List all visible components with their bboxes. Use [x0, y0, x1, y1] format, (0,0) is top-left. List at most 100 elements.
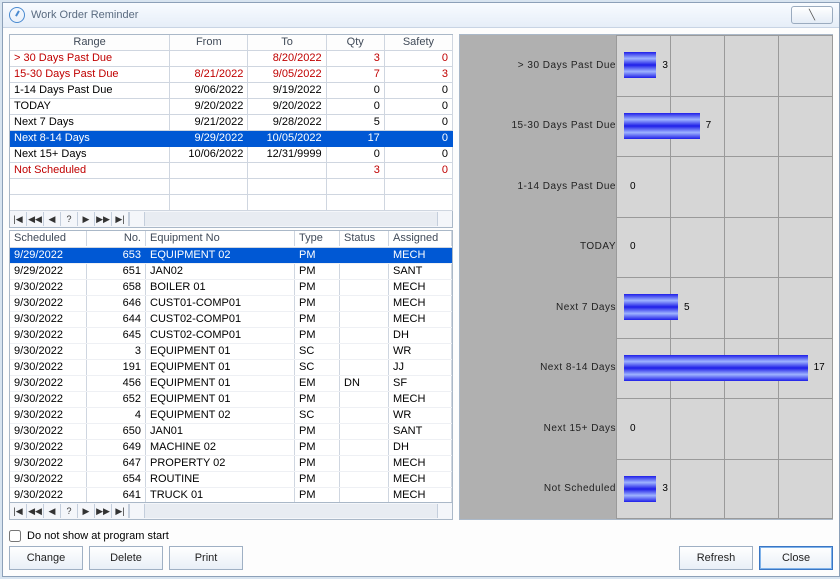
do-not-show-checkbox[interactable]: Do not show at program start	[9, 530, 833, 542]
detail-row[interactable]: 9/30/2022191EQUIPMENT 01SCJJ	[10, 360, 452, 376]
summary-row[interactable]: > 30 Days Past Due8/20/202230	[10, 51, 453, 67]
cell-scheduled: 9/29/2022	[10, 264, 87, 279]
detail-row[interactable]: 9/30/2022647PROPERTY 02PMMECH	[10, 456, 452, 472]
detail-hscroll[interactable]	[129, 504, 452, 518]
detail-row[interactable]: 9/30/2022644CUST02-COMP01PMMECH	[10, 312, 452, 328]
nav-last[interactable]: ▶|	[112, 212, 129, 226]
cell-no: 4	[87, 408, 146, 423]
print-button[interactable]: Print	[169, 546, 243, 570]
col-qty[interactable]: Qty	[327, 35, 385, 51]
detail-navbar: |◀ ◀◀ ◀ ? ▶ ▶▶ ▶|	[9, 503, 453, 520]
detail-row[interactable]: 9/30/2022650JAN01PMSANT	[10, 424, 452, 440]
cell-assigned: SF	[389, 376, 452, 391]
do-not-show-input[interactable]	[9, 530, 21, 542]
col-equipment[interactable]: Equipment No	[146, 231, 295, 246]
cell-status	[340, 488, 389, 502]
col-no[interactable]: No.	[87, 231, 146, 246]
chart-row: 1-14 Days Past Due0	[460, 156, 832, 217]
summary-row[interactable]: Next 15+ Days10/06/202212/31/999900	[10, 147, 453, 163]
cell-no: 644	[87, 312, 146, 327]
nav2-nextpg[interactable]: ▶▶	[95, 504, 112, 518]
cell-equipment: CUST01-COMP01	[146, 296, 295, 311]
cell-to: 9/05/2022	[248, 67, 326, 83]
cell-assigned: MECH	[389, 312, 452, 327]
nav-next[interactable]: ▶	[78, 212, 95, 226]
summary-row[interactable]: 1-14 Days Past Due9/06/20229/19/202200	[10, 83, 453, 99]
col-range[interactable]: Range	[10, 35, 170, 51]
col-assigned[interactable]: Assigned	[389, 231, 452, 246]
detail-row[interactable]: 9/30/2022652EQUIPMENT 01PMMECH	[10, 392, 452, 408]
close-button[interactable]: Close	[759, 546, 833, 570]
cell-status	[340, 472, 389, 487]
cell-assigned: JJ	[389, 360, 452, 375]
detail-row[interactable]: 9/29/2022653EQUIPMENT 02PMMECH	[10, 248, 452, 264]
detail-row[interactable]: 9/30/2022641TRUCK 01PMMECH	[10, 488, 452, 502]
summary-row[interactable]: Next 8-14 Days9/29/202210/05/2022170	[10, 131, 453, 147]
detail-row[interactable]: 9/30/2022658BOILER 01PMMECH	[10, 280, 452, 296]
nav2-last[interactable]: ▶|	[112, 504, 129, 518]
chart-category-label: 15-30 Days Past Due	[460, 120, 624, 131]
detail-row[interactable]: 9/30/2022645CUST02-COMP01PMDH	[10, 328, 452, 344]
chart-bar-value: 5	[684, 302, 690, 313]
summary-hscroll[interactable]	[129, 212, 452, 226]
col-safety[interactable]: Safety	[385, 35, 453, 51]
chart-category-label: Next 8-14 Days	[460, 362, 624, 373]
cell-assigned: MECH	[389, 472, 452, 487]
chart-bar-value: 7	[706, 120, 712, 131]
col-scheduled[interactable]: Scheduled	[10, 231, 87, 246]
change-button[interactable]: Change	[9, 546, 83, 570]
chart-row: 15-30 Days Past Due 7	[460, 96, 832, 157]
summary-row[interactable]: TODAY9/20/20229/20/202200	[10, 99, 453, 115]
cell-equipment: MACHINE 02	[146, 440, 295, 455]
window-close-button[interactable]: ╲	[791, 6, 833, 24]
cell-equipment: EQUIPMENT 02	[146, 248, 295, 263]
nav2-prevpg[interactable]: ◀◀	[27, 504, 44, 518]
nav-prevpg[interactable]: ◀◀	[27, 212, 44, 226]
cell-equipment: JAN01	[146, 424, 295, 439]
cell-status	[340, 456, 389, 471]
detail-grid[interactable]: Scheduled No. Equipment No Type Status A…	[9, 230, 453, 503]
col-status[interactable]: Status	[340, 231, 389, 246]
cell-no: 645	[87, 328, 146, 343]
detail-row[interactable]: 9/30/2022456EQUIPMENT 01EMDNSF	[10, 376, 452, 392]
nav-prev[interactable]: ◀	[44, 212, 61, 226]
cell-from	[170, 163, 248, 179]
cell-assigned: MECH	[389, 280, 452, 295]
cell-no: 646	[87, 296, 146, 311]
detail-row[interactable]: 9/30/2022654ROUTINEPMMECH	[10, 472, 452, 488]
refresh-button[interactable]: Refresh	[679, 546, 753, 570]
nav2-prev[interactable]: ◀	[44, 504, 61, 518]
summary-row[interactable]: Not Scheduled30	[10, 163, 453, 179]
cell-assigned: MECH	[389, 296, 452, 311]
chart-bar-value: 0	[630, 181, 636, 192]
nav2-next[interactable]: ▶	[78, 504, 95, 518]
cell-from: 9/29/2022	[170, 131, 248, 147]
summary-row[interactable]: 15-30 Days Past Due8/21/20229/05/202273	[10, 67, 453, 83]
cell-assigned: DH	[389, 440, 452, 455]
nav-nextpg[interactable]: ▶▶	[95, 212, 112, 226]
nav-first[interactable]: |◀	[10, 212, 27, 226]
summary-grid[interactable]: Range From To Qty Safety > 30 Days Past …	[9, 34, 453, 211]
cell-qty: 0	[327, 83, 385, 99]
detail-row[interactable]: 9/30/20223EQUIPMENT 01SCWR	[10, 344, 452, 360]
nav2-first[interactable]: |◀	[10, 504, 27, 518]
nav2-help[interactable]: ?	[61, 504, 78, 518]
cell-type: EM	[295, 376, 340, 391]
summary-row[interactable]: Next 7 Days9/21/20229/28/202250	[10, 115, 453, 131]
cell-assigned: MECH	[389, 392, 452, 407]
work-order-reminder-window: Work Order Reminder ╲ Range From To Qty …	[2, 2, 840, 577]
nav-help[interactable]: ?	[61, 212, 78, 226]
col-to[interactable]: To	[248, 35, 326, 51]
titlebar[interactable]: Work Order Reminder ╲	[3, 3, 839, 28]
detail-row[interactable]: 9/30/2022646CUST01-COMP01PMMECH	[10, 296, 452, 312]
cell-to	[248, 163, 326, 179]
col-type[interactable]: Type	[295, 231, 340, 246]
detail-row[interactable]: 9/30/20224EQUIPMENT 02SCWR	[10, 408, 452, 424]
detail-row[interactable]: 9/30/2022649MACHINE 02PMDH	[10, 440, 452, 456]
col-from[interactable]: From	[170, 35, 248, 51]
cell-qty: 3	[327, 51, 385, 67]
detail-row[interactable]: 9/29/2022651JAN02PMSANT	[10, 264, 452, 280]
chart-category-label: > 30 Days Past Due	[460, 60, 624, 71]
cell-assigned: WR	[389, 408, 452, 423]
delete-button[interactable]: Delete	[89, 546, 163, 570]
